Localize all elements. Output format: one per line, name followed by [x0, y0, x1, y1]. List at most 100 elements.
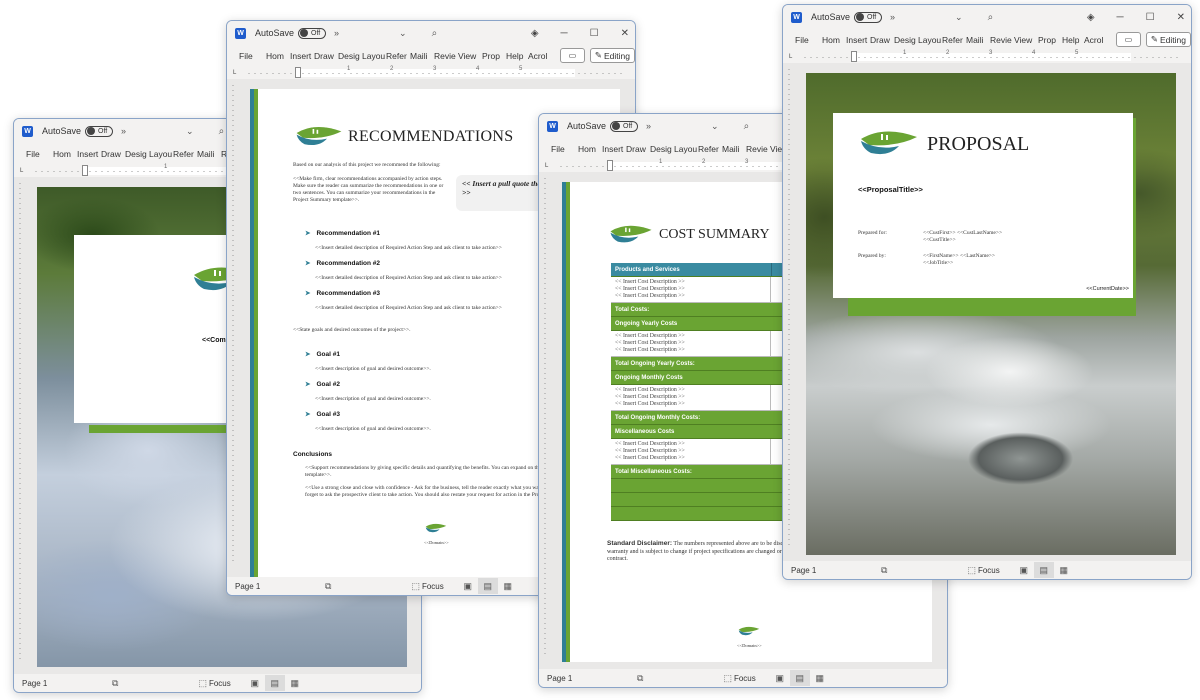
tab-references[interactable]: Refer — [173, 149, 196, 159]
accessibility-icon[interactable]: ⧉ — [637, 673, 643, 684]
title-dropdown-icon[interactable]: ⌄ — [955, 12, 963, 23]
tab-home[interactable]: Hom — [822, 35, 845, 45]
tab-insert[interactable]: Insert — [602, 144, 625, 154]
page-indicator[interactable]: Page 1 — [235, 582, 325, 591]
close-button[interactable]: ✕ — [1177, 12, 1185, 23]
tab-insert[interactable]: Insert — [290, 51, 313, 61]
indent-marker[interactable] — [295, 67, 301, 78]
tab-review[interactable]: Revie — [746, 144, 769, 154]
autosave-toggle[interactable]: Off — [610, 120, 639, 132]
document-area[interactable]: PROPOSAL <<ProposalTitle>> Prepared for:… — [783, 63, 1191, 561]
tab-view[interactable]: View — [1014, 35, 1037, 45]
read-mode-button[interactable]: ▣ — [770, 670, 790, 686]
tab-draw[interactable]: Draw — [870, 35, 893, 45]
tab-help[interactable]: Help — [1062, 35, 1083, 45]
focus-button[interactable]: ⬚ Focus — [967, 565, 999, 576]
tab-review[interactable]: Revie — [434, 51, 457, 61]
tab-file[interactable]: File — [26, 149, 48, 159]
tab-view[interactable]: View — [458, 51, 481, 61]
autosave-toggle[interactable]: Off — [854, 11, 883, 23]
minimize-button[interactable]: ─ — [561, 28, 568, 39]
tab-stop-selector[interactable]: L — [545, 163, 548, 169]
close-button[interactable]: ✕ — [621, 28, 629, 39]
read-mode-button[interactable]: ▣ — [458, 578, 478, 594]
tab-mailings[interactable]: Maili — [966, 35, 989, 45]
indent-marker[interactable] — [82, 165, 88, 176]
tab-layout[interactable]: Layou — [362, 51, 385, 61]
web-layout-button[interactable]: ▦ — [498, 578, 518, 594]
tab-stop-selector[interactable]: L — [789, 54, 792, 60]
focus-button[interactable]: ⬚ Focus — [723, 673, 755, 684]
search-icon[interactable]: ⌕ — [432, 28, 438, 39]
tab-draw[interactable]: Draw — [626, 144, 649, 154]
tab-home[interactable]: Hom — [53, 149, 76, 159]
read-mode-button[interactable]: ▣ — [1014, 562, 1034, 578]
tab-references[interactable]: Refer — [942, 35, 965, 45]
search-icon[interactable]: ⌕ — [988, 12, 994, 23]
tab-review[interactable]: Revie — [990, 35, 1013, 45]
page-indicator[interactable]: Page 1 — [22, 679, 112, 688]
print-layout-button[interactable]: ▤ — [264, 675, 285, 691]
tab-insert[interactable]: Insert — [846, 35, 869, 45]
web-layout-button[interactable]: ▦ — [1054, 562, 1074, 578]
accessibility-icon[interactable]: ⧉ — [112, 678, 118, 689]
comments-button[interactable]: ▭ — [559, 48, 585, 63]
horizontal-ruler[interactable]: L 1 2 3 4 5 — [783, 50, 1191, 63]
comments-button[interactable]: ▭ — [1115, 32, 1141, 47]
focus-button[interactable]: ⬚ Focus — [411, 581, 443, 592]
tab-layout[interactable]: Layou — [674, 144, 697, 154]
tab-layout[interactable]: Layou — [149, 149, 172, 159]
horizontal-ruler[interactable]: L 1 2 3 4 5 — [227, 66, 635, 79]
minimize-button[interactable]: ─ — [1117, 12, 1124, 23]
web-layout-button[interactable]: ▦ — [285, 675, 305, 691]
tab-help[interactable]: Help — [506, 51, 527, 61]
tab-insert[interactable]: Insert — [77, 149, 100, 159]
print-layout-button[interactable]: ▤ — [477, 578, 498, 594]
tab-references[interactable]: Refer — [698, 144, 721, 154]
tab-mailings[interactable]: Maili — [722, 144, 745, 154]
web-layout-button[interactable]: ▦ — [810, 670, 830, 686]
more-commands-icon[interactable]: » — [121, 126, 126, 136]
tab-acrobat[interactable]: Acrol — [528, 51, 551, 61]
tab-stop-selector[interactable]: L — [233, 70, 236, 76]
tab-home[interactable]: Hom — [266, 51, 289, 61]
tab-file[interactable]: File — [239, 51, 261, 61]
maximize-button[interactable]: ☐ — [590, 28, 599, 39]
search-icon[interactable]: ⌕ — [219, 126, 225, 137]
print-layout-button[interactable]: ▤ — [1033, 562, 1054, 578]
more-commands-icon[interactable]: » — [646, 121, 651, 131]
accessibility-icon[interactable]: ⧉ — [325, 581, 331, 592]
search-icon[interactable]: ⌕ — [744, 121, 750, 132]
autosave-toggle[interactable]: Off — [298, 27, 327, 39]
tab-design[interactable]: Desig — [894, 35, 917, 45]
more-commands-icon[interactable]: » — [334, 28, 339, 38]
tab-file[interactable]: File — [551, 144, 573, 154]
indent-marker[interactable] — [851, 51, 857, 62]
more-commands-icon[interactable]: » — [890, 12, 895, 22]
tab-stop-selector[interactable]: L — [20, 168, 23, 174]
tab-draw[interactable]: Draw — [101, 149, 124, 159]
tab-draw[interactable]: Draw — [314, 51, 337, 61]
accessibility-icon[interactable]: ⧉ — [881, 565, 887, 576]
editing-mode-button[interactable]: ✎ Editing — [1145, 32, 1191, 47]
tab-design[interactable]: Desig — [338, 51, 361, 61]
tab-properties[interactable]: Prop — [1038, 35, 1061, 45]
title-dropdown-icon[interactable]: ⌄ — [186, 126, 194, 137]
tab-acrobat[interactable]: Acrol — [1084, 35, 1107, 45]
tab-design[interactable]: Desig — [125, 149, 148, 159]
diamond-icon[interactable]: ◈ — [1087, 12, 1095, 23]
tab-layout[interactable]: Layou — [918, 35, 941, 45]
title-dropdown-icon[interactable]: ⌄ — [711, 121, 719, 132]
tab-design[interactable]: Desig — [650, 144, 673, 154]
title-dropdown-icon[interactable]: ⌄ — [399, 28, 407, 39]
tab-mailings[interactable]: Maili — [197, 149, 220, 159]
tab-home[interactable]: Hom — [578, 144, 601, 154]
editing-mode-button[interactable]: ✎ Editing — [589, 48, 635, 63]
tab-file[interactable]: File — [795, 35, 817, 45]
diamond-icon[interactable]: ◈ — [531, 28, 539, 39]
tab-properties[interactable]: Prop — [482, 51, 505, 61]
read-mode-button[interactable]: ▣ — [245, 675, 265, 691]
maximize-button[interactable]: ☐ — [1146, 12, 1155, 23]
tab-references[interactable]: Refer — [386, 51, 409, 61]
page-indicator[interactable]: Page 1 — [547, 674, 637, 683]
